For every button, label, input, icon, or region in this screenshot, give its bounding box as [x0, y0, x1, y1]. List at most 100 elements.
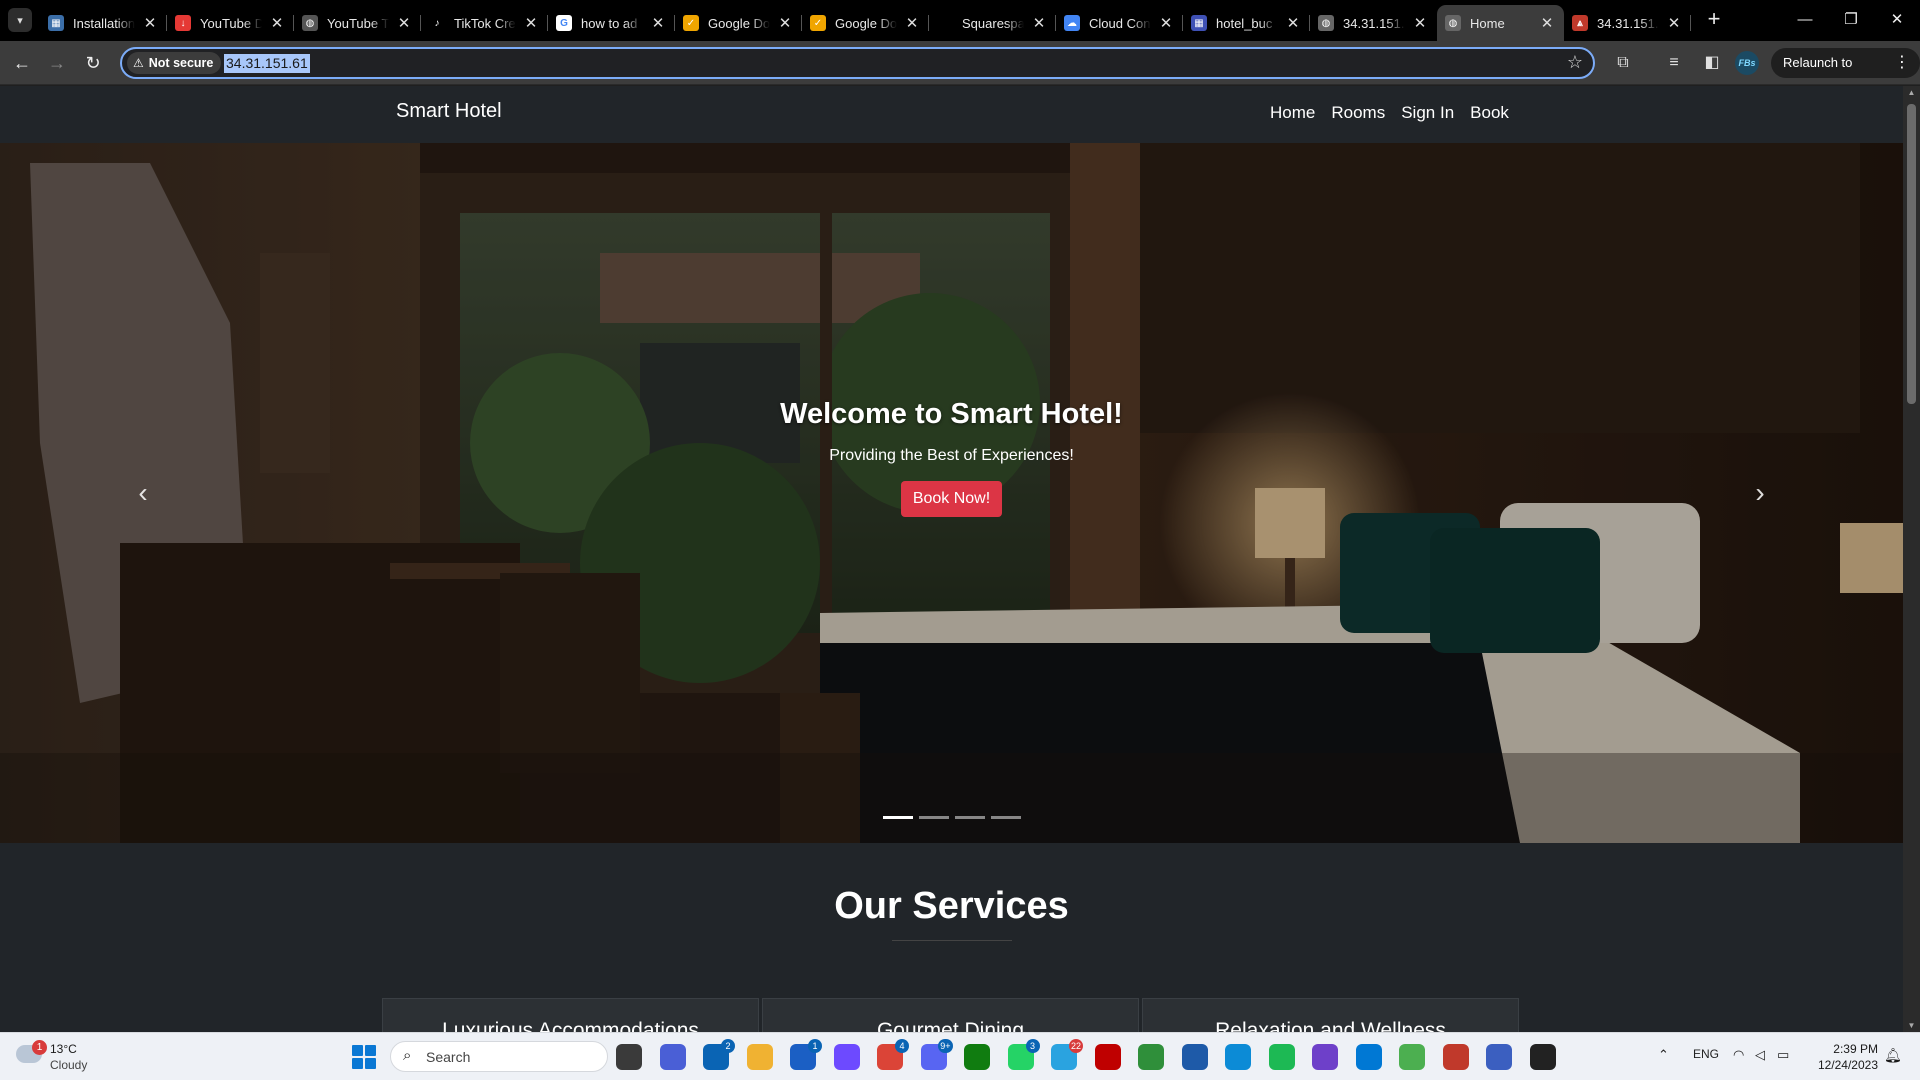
book-now-button[interactable]: Book Now!	[900, 481, 1003, 517]
weather-condition[interactable]: Cloudy	[50, 1058, 87, 1072]
xbox-icon[interactable]	[964, 1044, 990, 1070]
side-panel-icon[interactable]: ◧	[1700, 51, 1724, 75]
whatsapp-icon[interactable]: 3	[1007, 1039, 1040, 1070]
nav-link-sign-in[interactable]: Sign In	[1401, 103, 1454, 123]
settings-icon[interactable]	[1486, 1044, 1512, 1070]
security-chip[interactable]: ⚠ Not secure	[127, 52, 222, 74]
media-controls-icon[interactable]: ≡	[1662, 51, 1686, 75]
github-icon[interactable]	[1312, 1044, 1338, 1070]
tab-close-icon[interactable]: ✕	[1665, 14, 1683, 32]
nav-link-rooms[interactable]: Rooms	[1331, 103, 1385, 123]
tab-close-icon[interactable]: ✕	[522, 14, 540, 32]
telegram-icon[interactable]: 22	[1051, 1039, 1083, 1070]
zoom-icon[interactable]	[659, 1044, 686, 1070]
extensions-icon[interactable]: ⧉	[1611, 51, 1635, 75]
battery-icon[interactable]: ▭	[1777, 1047, 1789, 1063]
tab-close-icon[interactable]: ✕	[395, 14, 413, 32]
taskbar-search[interactable]: ⌕ Search	[390, 1041, 608, 1072]
nav-link-book[interactable]: Book	[1470, 103, 1509, 123]
profile-avatar[interactable]: FBs	[1735, 51, 1759, 75]
browser-tab[interactable]: Ghow to ad ✕	[548, 5, 675, 41]
tab-close-icon[interactable]: ✕	[1411, 14, 1429, 32]
back-button[interactable]: ←	[7, 48, 37, 78]
notification-bell-icon[interactable]: 🔔︎	[1884, 1047, 1902, 1064]
minimize-button[interactable]: —	[1782, 5, 1828, 35]
tab-close-icon[interactable]: ✕	[776, 14, 794, 32]
new-tab-button[interactable]: +	[1701, 7, 1727, 33]
bookmark-star-icon[interactable]: ☆	[1567, 52, 1583, 73]
scroll-down-icon[interactable]: ▼	[1903, 1021, 1920, 1030]
app-badge: 1	[808, 1039, 822, 1053]
filezilla-icon[interactable]	[1094, 1044, 1121, 1070]
edge-icon[interactable]	[1225, 1044, 1251, 1070]
carousel-indicator[interactable]	[882, 816, 913, 819]
browser-tab[interactable]: ✓ Google Do ✕	[675, 5, 802, 41]
browser-tab[interactable]: ⩓ 34.31.151. ✕	[1564, 5, 1691, 41]
windows-start-icon[interactable]	[352, 1045, 376, 1069]
plus-icon: +	[1707, 6, 1721, 31]
weather-badge: 1	[32, 1040, 47, 1055]
tab-title: Squarespa	[962, 15, 1024, 31]
dbeaver-icon[interactable]	[1442, 1044, 1469, 1070]
windows-taskbar: 1 13°C Cloudy ⌕ Search 2 1 4 9+ 3 22 ⌃ ENG ◠ …	[0, 1032, 1920, 1080]
restore-button[interactable]: ❐	[1828, 5, 1874, 35]
browser-tab[interactable]: ↓ YouTube D ✕	[167, 5, 294, 41]
more-menu-icon[interactable]: ⋮	[1894, 48, 1910, 78]
language-indicator[interactable]: ENG	[1693, 1047, 1719, 1061]
weather-temperature[interactable]: 13°C	[50, 1042, 77, 1056]
forward-button[interactable]: →	[42, 48, 72, 78]
page-scrollbar[interactable]: ▲ ▼	[1903, 86, 1920, 1032]
scroll-up-icon[interactable]: ▲	[1903, 88, 1920, 97]
wifi-icon[interactable]: ◠	[1733, 1047, 1744, 1063]
store-icon[interactable]: 1	[790, 1039, 822, 1070]
spotify-icon[interactable]	[1268, 1044, 1295, 1070]
notepad-icon[interactable]	[1181, 1044, 1208, 1070]
tab-title: 34.31.151.	[1343, 15, 1405, 31]
system-clock[interactable]: 2:39 PM 12/24/2023	[1800, 1041, 1878, 1073]
relaunch-button[interactable]: Relaunch to update ⋮	[1771, 48, 1920, 100]
globe-icon[interactable]	[1138, 1044, 1164, 1070]
volume-icon[interactable]: ◁	[1755, 1047, 1765, 1063]
tab-close-icon[interactable]: ✕	[903, 14, 921, 32]
browser-tab[interactable]: ▦ hotel_buc ✕	[1183, 5, 1310, 41]
vscode-icon[interactable]	[1355, 1044, 1382, 1070]
nav-link-home[interactable]: Home	[1270, 103, 1315, 123]
close-window-button[interactable]: ✕	[1874, 5, 1920, 35]
ring-icon[interactable]	[1399, 1044, 1425, 1070]
tab-close-icon[interactable]: ✕	[649, 14, 667, 32]
carousel-indicator[interactable]	[918, 816, 949, 819]
tab-close-icon[interactable]: ✕	[268, 14, 286, 32]
tab-search-button[interactable]: ▾	[8, 8, 32, 32]
tray-overflow-icon[interactable]: ⌃	[1658, 1047, 1669, 1063]
browser-tab[interactable]: ◍ YouTube T ✕	[294, 5, 421, 41]
tab-favicon-icon: G	[556, 15, 572, 31]
chevron-down-icon: ▾	[17, 14, 23, 27]
url-text[interactable]: 34.31.151.61	[224, 54, 310, 73]
browser-tab[interactable]: ✓ Google Do ✕	[802, 5, 929, 41]
site-brand[interactable]: Smart Hotel	[396, 100, 502, 123]
browser-tab[interactable]: ◍ Home ✕	[1437, 5, 1564, 41]
browser-tab[interactable]: Squarespa ✕	[929, 5, 1056, 41]
carousel-indicator[interactable]	[990, 816, 1021, 819]
file-explorer-icon[interactable]	[616, 1044, 642, 1070]
app-badge: 2	[721, 1039, 735, 1053]
tab-close-icon[interactable]: ✕	[1030, 14, 1048, 32]
tab-close-icon[interactable]: ✕	[1538, 14, 1556, 32]
browser-tab[interactable]: ☁ Cloud Con ✕	[1056, 5, 1183, 41]
carousel-indicator[interactable]	[954, 816, 985, 819]
chrome-icon[interactable]: 4	[877, 1039, 909, 1070]
proton-icon[interactable]	[833, 1044, 860, 1070]
terminal-icon[interactable]	[1529, 1044, 1556, 1070]
address-bar[interactable]: ⚠ Not secure 34.31.151.61 ☆	[120, 47, 1595, 79]
discord-icon[interactable]: 9+	[920, 1039, 953, 1070]
reload-button[interactable]: ↻	[78, 48, 108, 78]
browser-tab[interactable]: ▦ Installation ✕	[40, 5, 167, 41]
browser-tab[interactable]: ♪ TikTok Cre ✕	[421, 5, 548, 41]
browser-tab[interactable]: ◍ 34.31.151. ✕	[1310, 5, 1437, 41]
tab-close-icon[interactable]: ✕	[1157, 14, 1175, 32]
folder-icon[interactable]	[746, 1044, 773, 1070]
tab-close-icon[interactable]: ✕	[1284, 14, 1302, 32]
mail-icon[interactable]: 2	[703, 1039, 735, 1070]
tab-close-icon[interactable]: ✕	[141, 14, 159, 32]
scroll-thumb[interactable]	[1907, 104, 1916, 404]
